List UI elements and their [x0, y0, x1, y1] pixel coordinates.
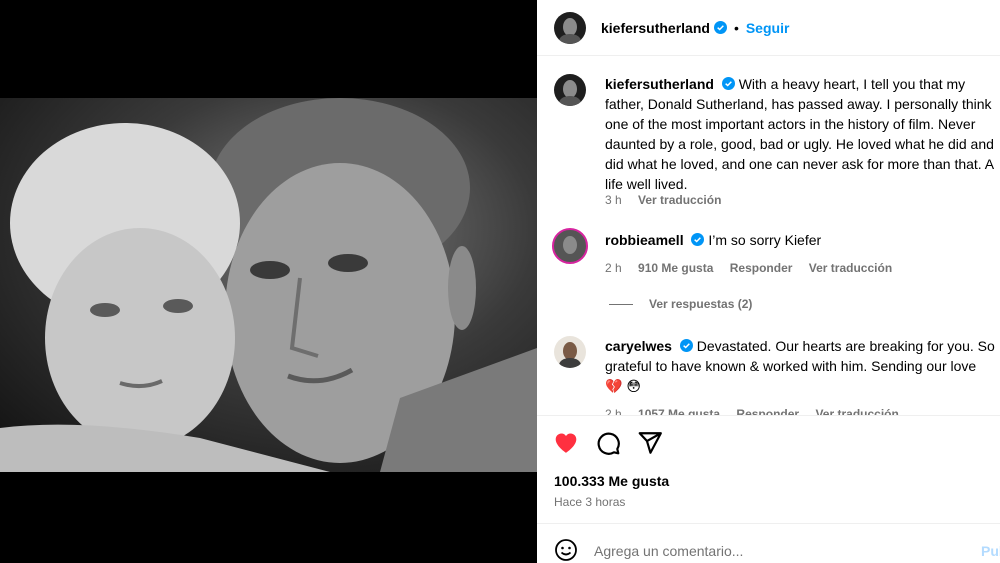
share-icon[interactable]	[637, 430, 663, 456]
comment-time: 2 h	[605, 261, 622, 275]
caption-time: 3 h	[605, 193, 622, 207]
separator-dot: •	[733, 19, 739, 36]
reply-button[interactable]: Responder	[730, 261, 793, 275]
comment-input[interactable]	[594, 536, 954, 563]
emoji-icon[interactable]	[554, 538, 578, 562]
post-media	[0, 0, 537, 563]
post-actions: 100.333 Me gusta Hace 3 horas	[537, 415, 1000, 523]
caption-username[interactable]: kiefersutherland	[605, 76, 714, 92]
post-timestamp: Hace 3 horas	[554, 495, 626, 509]
caption-translate-link[interactable]: Ver traducción	[638, 193, 721, 207]
post-details-panel: kiefersutherland • Seguir kiefersutherla…	[537, 0, 1000, 563]
reply-button[interactable]: Responder	[736, 407, 799, 415]
comment-meta: 2 h 1057 Me gusta Responder Ver traducci…	[605, 407, 912, 415]
view-replies-button[interactable]: Ver respuestas (2)	[609, 297, 752, 311]
comment-likes[interactable]: 910 Me gusta	[638, 261, 713, 275]
comment-translate-link[interactable]: Ver traducción	[809, 261, 892, 275]
comment-username[interactable]: caryelwes	[605, 338, 672, 354]
follow-button[interactable]: Seguir	[746, 20, 790, 36]
comment-text-block: caryelwes Devastated. Our hearts are bre…	[605, 336, 1000, 396]
author-avatar[interactable]	[554, 11, 586, 44]
caption-meta: 3 h Ver traducción	[605, 193, 734, 207]
comment-translate-link[interactable]: Ver traducción	[815, 407, 898, 415]
post-photo[interactable]	[0, 98, 537, 472]
verified-badge-icon	[721, 77, 735, 90]
verified-badge-icon	[691, 233, 705, 246]
post-comment-button[interactable]: Publicar	[981, 543, 1000, 559]
caption-text-block: kiefersutherland With a heavy heart, I t…	[605, 74, 1000, 194]
action-icons	[553, 430, 663, 456]
comment-text: I’m so sorry Kiefer	[708, 232, 822, 248]
comment-icon[interactable]	[595, 430, 621, 456]
comment-meta: 2 h 910 Me gusta Responder Ver traducció…	[605, 261, 905, 275]
caption-text: With a heavy heart, I tell you that my f…	[605, 76, 994, 192]
comment-username[interactable]: robbieamell	[605, 232, 684, 248]
heart-filled-icon[interactable]	[553, 430, 579, 456]
likes-count[interactable]: 100.333 Me gusta	[554, 473, 669, 489]
caption-avatar[interactable]	[554, 74, 586, 106]
replies-divider	[609, 303, 633, 305]
view-replies-label: Ver respuestas (2)	[649, 297, 753, 311]
author-username[interactable]: kiefersutherland	[601, 20, 710, 36]
commenter-avatar[interactable]	[552, 228, 588, 264]
post-header: kiefersutherland • Seguir	[537, 0, 1000, 56]
comment-text-block: robbieamell I’m so sorry Kiefer	[605, 230, 1000, 250]
photo-illustration	[0, 98, 537, 472]
comments-section[interactable]: kiefersutherland With a heavy heart, I t…	[537, 57, 1000, 415]
verified-badge-icon	[679, 339, 693, 352]
add-comment-bar: Publicar	[537, 523, 1000, 563]
comment-emojis: 💔 😳	[605, 378, 641, 394]
comment-time: 2 h	[605, 407, 622, 415]
comment-likes[interactable]: 1057 Me gusta	[638, 407, 720, 415]
verified-badge-icon	[713, 21, 727, 34]
commenter-avatar[interactable]	[554, 336, 586, 368]
